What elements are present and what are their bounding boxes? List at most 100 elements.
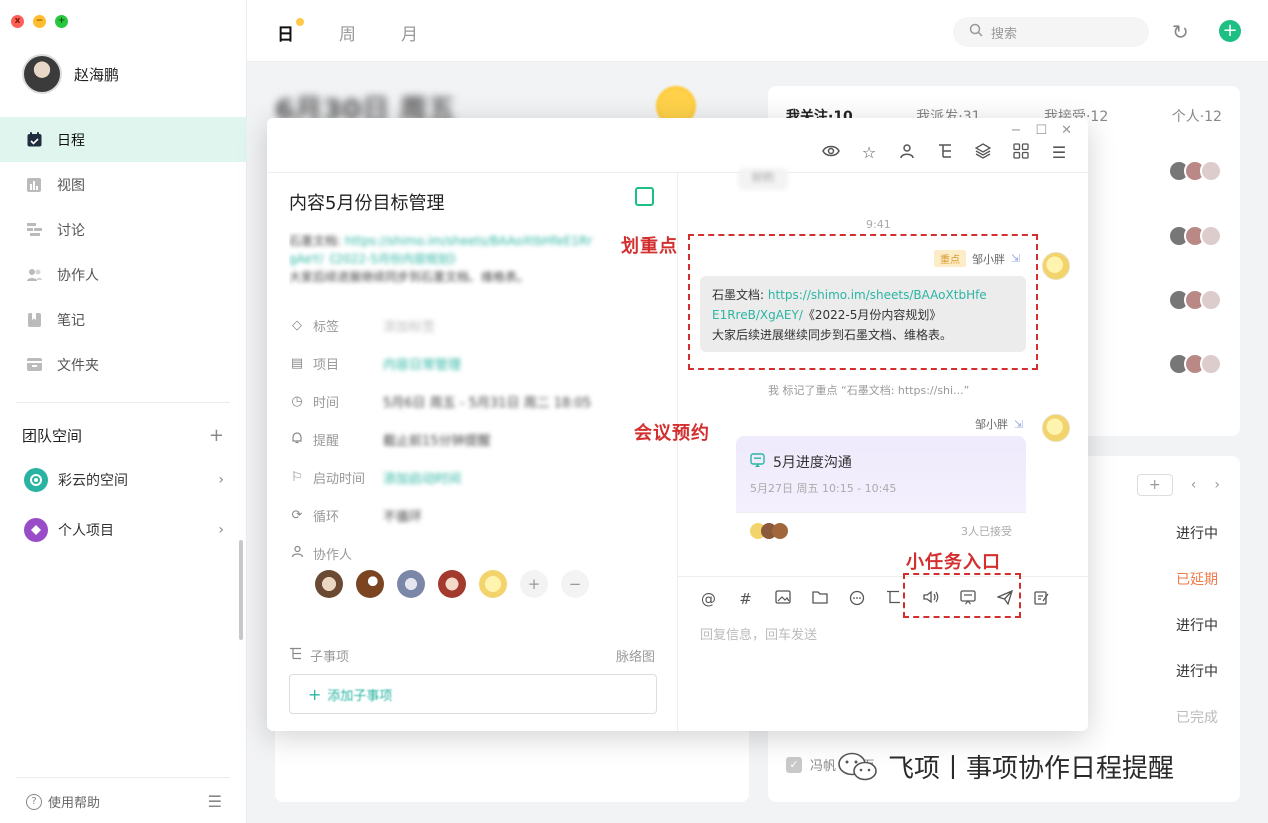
prop-time[interactable]: ◷ 时间 5月6日 周五 - 5月31日 周二 18:05	[289, 392, 591, 411]
prop-start-time[interactable]: ⚐ 启动时间 添加启动时间	[289, 468, 461, 487]
prop-reminder[interactable]: 提醒 截止前15分钟提醒	[289, 430, 491, 449]
sidebar-item-collaborators[interactable]: 协作人	[0, 252, 247, 297]
panel-controls: + ‹ ›	[1136, 474, 1220, 496]
status-badge: 已完成	[1176, 710, 1218, 726]
space-item-personal[interactable]: 个人项目 ›	[24, 518, 224, 542]
minimize-window-button[interactable]: −	[33, 15, 46, 28]
comment-icon[interactable]	[846, 590, 867, 610]
task-title[interactable]: 内容5月份目标管理	[289, 189, 444, 215]
watermark-text: 飞项丨事项协作日程提醒	[888, 754, 1175, 784]
chart-icon	[25, 176, 43, 194]
avatar[interactable]	[397, 570, 425, 598]
close-window-button[interactable]: x	[11, 15, 24, 28]
status-badge: 进行中	[1176, 526, 1218, 542]
tab-personal[interactable]: 个人·12	[1172, 106, 1222, 126]
star-icon[interactable]: ☆	[860, 143, 878, 163]
prop-label: 项目	[313, 358, 340, 373]
add-space-button[interactable]: +	[209, 425, 224, 446]
layers-icon[interactable]	[974, 143, 992, 163]
avatar[interactable]	[315, 570, 343, 598]
prop-label: 协作人	[313, 548, 353, 563]
add-subtask-label: 添加子事项	[327, 688, 393, 704]
desc-line3: 大家后续进展继续同步到石墨文档、维格表。	[289, 270, 530, 284]
sidebar-item-folder[interactable]: 文件夹	[0, 342, 247, 387]
user-profile[interactable]: 赵海鹏	[22, 54, 119, 94]
remove-collaborator-button[interactable]: −	[561, 570, 589, 598]
clock-icon: ◷	[291, 394, 303, 409]
bell-icon	[289, 431, 305, 448]
avatar-group	[1168, 353, 1222, 375]
people-icon	[289, 545, 305, 562]
subtask-icon[interactable]	[883, 590, 904, 610]
grid-icon[interactable]	[1012, 143, 1030, 163]
checkbox[interactable]: ✓	[786, 756, 802, 773]
avatar[interactable]	[1042, 414, 1070, 442]
status-badge: 进行中	[1176, 618, 1218, 634]
tab-day[interactable]: 日	[277, 18, 304, 45]
add-collaborator-button[interactable]: +	[520, 570, 548, 598]
subtask-icon[interactable]	[936, 143, 954, 163]
sidebar-item-view[interactable]: 视图	[0, 162, 247, 207]
menu-icon[interactable]: ☰	[1050, 143, 1068, 163]
team-space-header: 团队空间 +	[22, 425, 224, 446]
eye-icon[interactable]	[822, 143, 840, 163]
divider	[678, 576, 1088, 577]
calendar-icon	[25, 131, 43, 149]
scrollbar[interactable]	[239, 540, 243, 640]
task-description[interactable]: 石墨文档: https://shimo.im/sheets/BAAoXtbHfe…	[289, 232, 659, 286]
minimize-icon[interactable]: −	[1011, 123, 1022, 138]
help-link[interactable]: ? 使用帮助	[26, 792, 100, 811]
question-icon: ?	[26, 793, 42, 810]
meeting-card[interactable]: 5月进度沟通 5月27日 周五 10:15 - 10:45 3人已接受	[736, 436, 1026, 548]
wechat-icon	[836, 750, 880, 784]
add-task-button[interactable]: +	[1136, 474, 1173, 496]
sidebar-item-schedule[interactable]: 日程	[0, 117, 247, 162]
folder-icon	[25, 356, 43, 374]
refresh-icon[interactable]: ↻	[1172, 20, 1189, 44]
person-icon[interactable]	[898, 143, 916, 163]
message-input[interactable]: 回复信息，回车发送	[700, 624, 817, 643]
sidebar-item-notes[interactable]: 笔记	[0, 297, 247, 342]
search-icon	[969, 23, 983, 41]
avatar[interactable]	[22, 54, 62, 94]
status-badge: 已延期	[1176, 572, 1218, 588]
prop-tag[interactable]: ◇ 标签 添加标签	[289, 316, 435, 335]
desc-link[interactable]: https://shimo.im/sheets/BAAoXtbHfeE1Rr	[345, 234, 592, 248]
edit-icon[interactable]	[1031, 590, 1052, 610]
image-icon[interactable]	[772, 590, 793, 610]
tab-month[interactable]: 月	[401, 20, 418, 45]
avatar[interactable]	[1042, 252, 1070, 280]
mindmap-link[interactable]: 脉络图	[616, 646, 655, 665]
tab-week[interactable]: 周	[339, 20, 356, 45]
annotation-box-tools	[903, 573, 1021, 618]
task-complete-checkbox[interactable]	[635, 187, 654, 206]
avatar[interactable]	[438, 570, 466, 598]
prop-project[interactable]: ▤ 项目 内容日常管理	[289, 354, 461, 373]
prop-label: 标签	[313, 320, 340, 335]
space-item-caiyun[interactable]: 彩云的空间 ›	[24, 468, 224, 492]
chevron-right-icon[interactable]: ›	[1214, 477, 1220, 493]
maximize-icon[interactable]: ☐	[1035, 123, 1047, 138]
add-button[interactable]: +	[1219, 20, 1241, 42]
avatar[interactable]	[356, 570, 384, 598]
menu-icon[interactable]: ☰	[208, 792, 222, 811]
prop-value: 内容日常管理	[383, 358, 462, 373]
add-subtask-button[interactable]: + 添加子事项	[289, 674, 657, 714]
close-icon[interactable]: ✕	[1061, 123, 1072, 138]
mention-icon[interactable]: @	[698, 590, 719, 610]
sidebar-item-discussion[interactable]: 讨论	[0, 207, 247, 252]
accepted-count: 3人已接受	[961, 524, 1012, 538]
space-icon	[24, 468, 48, 492]
chevron-left-icon[interactable]: ‹	[1191, 477, 1197, 493]
view-tabs: 日 周 月	[277, 18, 418, 45]
meeting-title: 5月进度沟通	[773, 455, 852, 471]
search-input[interactable]: 搜索	[953, 17, 1149, 47]
note-icon	[25, 311, 43, 329]
hashtag-icon[interactable]: #	[735, 590, 756, 610]
team-space-title: 团队空间	[22, 427, 83, 445]
maximize-window-button[interactable]: +	[55, 15, 68, 28]
prop-repeat[interactable]: ⟳ 循环 不循环	[289, 506, 422, 525]
avatar[interactable]	[479, 570, 507, 598]
plus-icon: +	[308, 684, 322, 704]
folder-icon[interactable]	[809, 590, 830, 610]
